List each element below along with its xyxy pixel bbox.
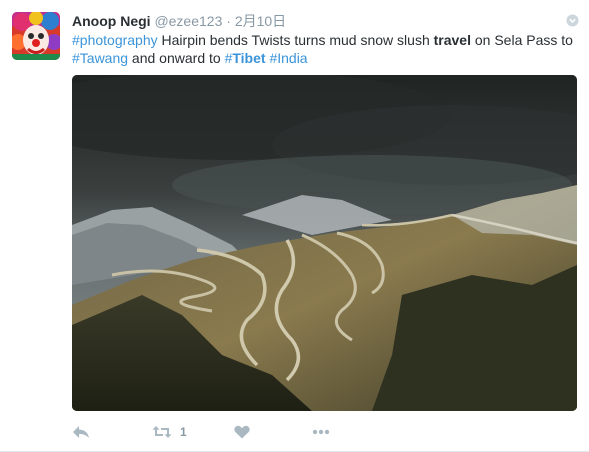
more-icon	[312, 429, 330, 435]
reply-icon	[73, 426, 89, 438]
hashtag-tibet[interactable]: #Tibet	[225, 50, 266, 66]
retweet-button[interactable]: 1	[152, 420, 187, 444]
tweet-text-part: on Sela Pass to	[470, 32, 573, 48]
avatar-image	[12, 12, 60, 60]
more-button[interactable]	[312, 420, 330, 444]
tweet-card: Anoop Negi @ezee123 · 2月10日 #photography…	[0, 0, 589, 452]
tweet-text: #photography Hairpin bends Twists turns …	[72, 31, 577, 67]
tweet-text-part: Hairpin bends Twists turns mud snow slus…	[157, 32, 434, 48]
like-button[interactable]	[234, 420, 250, 444]
tweet-photo[interactable]	[72, 75, 577, 411]
retweet-icon	[152, 426, 172, 438]
timestamp[interactable]: 2月10日	[235, 13, 286, 29]
mountain-road-photo	[72, 75, 577, 411]
separator: ·	[226, 13, 231, 29]
chevron-down-icon[interactable]	[566, 14, 579, 27]
hashtag-word: Tibet	[232, 50, 266, 66]
heart-icon	[234, 425, 250, 439]
tweet-actions: 1	[72, 420, 579, 444]
tweet-header: Anoop Negi @ezee123 · 2月10日	[72, 12, 559, 30]
hashtag-tawang[interactable]: #Tawang	[72, 50, 128, 66]
avatar[interactable]	[12, 12, 60, 60]
author-name[interactable]: Anoop Negi	[72, 13, 151, 29]
tweet-text-part: and onward to	[128, 50, 225, 66]
retweet-count: 1	[180, 425, 187, 439]
hashtag-photography[interactable]: #photography	[72, 32, 158, 48]
tweet-text-bold: travel	[433, 32, 471, 48]
reply-button[interactable]	[72, 420, 90, 444]
author-handle[interactable]: @ezee123	[154, 13, 222, 29]
hashtag-india[interactable]: #India	[269, 50, 307, 66]
